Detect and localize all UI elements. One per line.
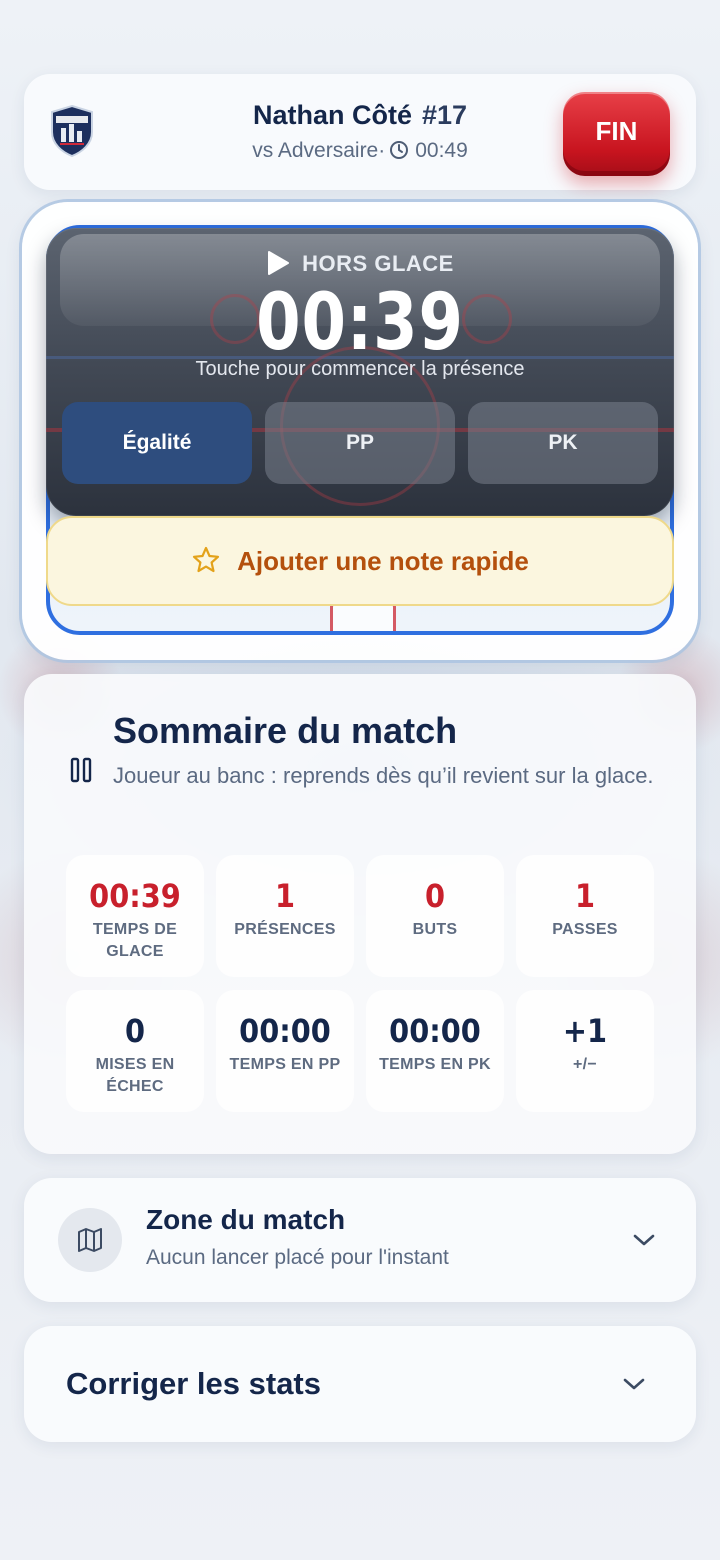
player-number: #17 <box>421 100 468 130</box>
stat-plus-minus: +1 +/− <box>516 990 654 1112</box>
clock-icon <box>389 140 409 160</box>
stat-label: MISES EN ÉCHEC <box>95 1056 175 1095</box>
stat-label: PRÉSENCES <box>234 921 336 938</box>
stat-value: 00:00 <box>239 1012 331 1050</box>
stat-label: BUTS <box>412 921 458 938</box>
stat-ice-time: 00:39 TEMPS DE GLACE <box>66 855 204 977</box>
stat-label: +/− <box>572 1056 598 1073</box>
quick-note-label: Ajouter une note rapide <box>237 546 529 576</box>
stat-value: 00:39 <box>89 877 181 915</box>
stat-pp-time: 00:00 TEMPS EN PP <box>216 990 354 1112</box>
quick-note-button[interactable]: Ajouter une note rapide <box>46 516 674 606</box>
map-icon <box>58 1208 122 1272</box>
end-game-button[interactable]: FIN <box>563 92 670 176</box>
stat-assists: 1 PASSES <box>516 855 654 977</box>
stat-value: 1 <box>574 877 596 915</box>
stat-hits: 0 MISES EN ÉCHEC <box>66 990 204 1112</box>
chevron-down-icon[interactable] <box>630 1231 658 1249</box>
correct-stats-title: Corriger les stats <box>66 1366 321 1401</box>
stat-label: TEMPS EN PK <box>379 1056 491 1073</box>
shift-timer: 00:39 <box>256 278 464 368</box>
mode-penalty-kill[interactable]: PK <box>468 402 658 484</box>
pause-icon <box>70 757 94 783</box>
summary-description: Joueur au banc : reprends dès qu’il revi… <box>113 763 654 788</box>
star-icon <box>191 523 221 573</box>
stat-label: TEMPS DE GLACE <box>92 921 178 960</box>
shift-status-label: HORS GLACE <box>302 251 454 276</box>
elapsed-time: 00:49 <box>415 139 468 162</box>
chevron-down-icon[interactable] <box>620 1375 648 1393</box>
play-icon <box>266 250 290 276</box>
match-zone-card[interactable] <box>24 1178 696 1302</box>
mode-power-play[interactable]: PP <box>265 402 455 484</box>
team-logo <box>48 104 96 158</box>
stat-pk-time: 00:00 TEMPS EN PK <box>366 990 504 1112</box>
opponent-label: vs Adversaire· <box>252 139 386 162</box>
stat-shifts: 1 PRÉSENCES <box>216 855 354 977</box>
shift-timer-panel[interactable]: HORS GLACE 00:39 Touche pour commencer l… <box>46 228 674 516</box>
stat-value: 1 <box>274 877 296 915</box>
stat-value: 0 <box>124 1012 146 1050</box>
stat-label: TEMPS EN PP <box>229 1056 341 1073</box>
shift-status: HORS GLACE <box>46 250 674 277</box>
strength-mode-tabs: Égalité PP PK <box>62 402 658 484</box>
player-heading: Nathan Côté #17 <box>160 100 560 131</box>
stat-value: 0 <box>424 877 446 915</box>
shift-hint: Touche pour commencer la présence <box>195 358 525 380</box>
goal-crease <box>330 601 396 631</box>
player-name: Nathan Côté <box>252 100 412 130</box>
stat-goals: 0 BUTS <box>366 855 504 977</box>
summary-title: Sommaire du match <box>113 710 458 751</box>
stat-value: +1 <box>562 1012 608 1050</box>
zone-subtitle: Aucun lancer placé pour l'instant <box>146 1246 449 1269</box>
mode-even-strength[interactable]: Égalité <box>62 402 252 484</box>
zone-title: Zone du match <box>146 1204 346 1235</box>
stat-label: PASSES <box>552 921 618 938</box>
match-info: vs Adversaire· 00:49 <box>160 139 560 163</box>
stat-value: 00:00 <box>389 1012 481 1050</box>
